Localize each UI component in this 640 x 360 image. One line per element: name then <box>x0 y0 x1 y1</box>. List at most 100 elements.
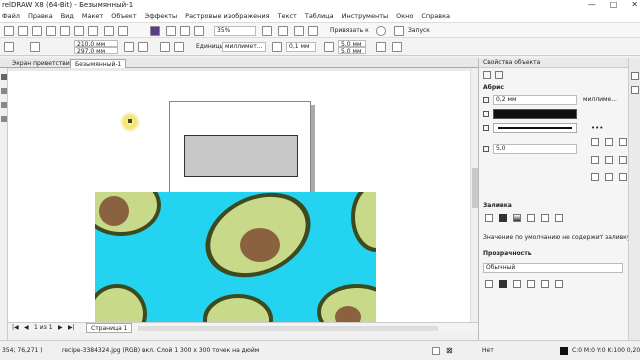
docker-tab-icon[interactable] <box>631 72 639 80</box>
position-inside-icon[interactable] <box>619 173 627 181</box>
position-center-icon[interactable] <box>605 173 613 181</box>
menu-tools[interactable]: Инструменты <box>342 12 389 20</box>
duplicate-y-field[interactable]: 5,0 мм <box>338 47 366 54</box>
miter-limit-field[interactable]: 5,0 <box>493 144 577 154</box>
duplicate-x-field[interactable]: 5,0 мм <box>338 40 366 47</box>
corel-connect-icon[interactable] <box>150 26 160 36</box>
last-page-icon[interactable]: ▶| <box>68 324 75 331</box>
current-page-icon[interactable] <box>174 42 184 52</box>
export-icon[interactable] <box>180 26 190 36</box>
close-button[interactable]: ✕ <box>631 0 638 10</box>
line-cap-extended-icon[interactable] <box>619 156 627 164</box>
outline-color-picker[interactable] <box>493 109 577 119</box>
publish-pdf-icon[interactable] <box>194 26 204 36</box>
corner-miter-icon[interactable] <box>591 138 599 146</box>
docker-tab-icon[interactable] <box>631 86 639 94</box>
transparency-mode-select[interactable]: Обычный <box>483 263 623 273</box>
tab-welcome-screen[interactable]: Экран приветствия <box>8 59 77 68</box>
import-icon[interactable] <box>166 26 176 36</box>
open-icon[interactable] <box>18 26 28 36</box>
new-document-icon[interactable] <box>4 26 14 36</box>
portrait-icon[interactable] <box>124 42 134 52</box>
no-fill-button-icon[interactable] <box>485 214 493 222</box>
pattern-transparency-icon[interactable] <box>527 280 535 288</box>
fill-indicator-icon[interactable] <box>432 347 440 355</box>
texture-transparency-icon[interactable] <box>555 280 563 288</box>
first-page-icon[interactable]: |◀ <box>12 324 19 331</box>
page-width-field[interactable]: 210,0 мм <box>74 40 118 47</box>
units-options-icon[interactable] <box>376 42 386 52</box>
position-outside-icon[interactable] <box>591 173 599 181</box>
show-grid-icon[interactable] <box>294 26 304 36</box>
save-icon[interactable] <box>32 26 42 36</box>
bitmap-pattern-fill-icon[interactable] <box>541 214 549 222</box>
horizontal-scrollbar[interactable] <box>138 326 438 331</box>
fountain-fill-icon[interactable] <box>513 214 521 222</box>
nudge-distance-field[interactable]: 0,1 мм <box>286 42 316 52</box>
page-height-field[interactable]: 297,0 мм <box>74 47 118 54</box>
page-size-icon[interactable] <box>4 42 14 52</box>
redo-icon[interactable] <box>118 26 128 36</box>
texture-fill-icon[interactable] <box>555 214 563 222</box>
page-tab[interactable]: Страница 1 <box>86 323 133 333</box>
all-pages-icon[interactable] <box>160 42 170 52</box>
show-guidelines-icon[interactable] <box>308 26 318 36</box>
menu-layout[interactable]: Макет <box>82 12 103 20</box>
uniform-transparency-icon[interactable] <box>499 280 507 288</box>
paste-icon[interactable] <box>88 26 98 36</box>
fill-tab-icon[interactable] <box>495 71 503 79</box>
copy-icon[interactable] <box>74 26 84 36</box>
more-options-icon[interactable]: ••• <box>591 124 603 132</box>
menu-view[interactable]: Вид <box>61 12 74 20</box>
cut-icon[interactable] <box>60 26 70 36</box>
launch-dropdown[interactable]: Запуск <box>408 27 430 35</box>
options-gear-icon[interactable] <box>376 26 386 36</box>
uniform-fill-icon[interactable] <box>499 214 507 222</box>
minimize-button[interactable]: — <box>588 0 596 10</box>
line-cap-round-icon[interactable] <box>605 156 613 164</box>
outline-style-picker[interactable] <box>493 123 577 133</box>
fountain-transparency-icon[interactable] <box>513 280 521 288</box>
launch-icon[interactable] <box>394 26 404 36</box>
gray-rectangle[interactable] <box>184 135 298 177</box>
shape-tool-icon[interactable] <box>1 88 7 94</box>
menu-bitmaps[interactable]: Растровые изображения <box>185 12 269 20</box>
line-cap-square-icon[interactable] <box>591 156 599 164</box>
outline-color-swatch[interactable] <box>560 347 568 355</box>
full-screen-icon[interactable] <box>262 26 272 36</box>
menu-object[interactable]: Объект <box>111 12 136 20</box>
no-transparency-icon[interactable] <box>485 280 493 288</box>
landscape-icon[interactable] <box>138 42 148 52</box>
outline-width-field[interactable]: 0,2 мм <box>493 95 577 105</box>
menu-table[interactable]: Таблица <box>305 12 334 20</box>
zoom-level-field[interactable]: 35% <box>214 26 256 36</box>
prev-page-icon[interactable]: ◀ <box>24 324 29 331</box>
undo-icon[interactable] <box>104 26 114 36</box>
maximize-button[interactable]: □ <box>610 0 618 10</box>
print-icon[interactable] <box>46 26 56 36</box>
menu-edit[interactable]: Правка <box>28 12 53 20</box>
outline-units-dropdown[interactable]: миллиме... <box>583 96 617 104</box>
menu-effects[interactable]: Эффекты <box>145 12 178 20</box>
corner-round-icon[interactable] <box>605 138 613 146</box>
snap-to-dropdown[interactable]: Привязать к <box>330 27 369 35</box>
crop-tool-icon[interactable] <box>1 102 7 108</box>
next-page-icon[interactable]: ▶ <box>58 324 63 331</box>
outline-tab-icon[interactable] <box>483 71 491 79</box>
units-select[interactable]: миллимет... <box>222 42 266 52</box>
corner-bevel-icon[interactable] <box>619 138 627 146</box>
tab-document[interactable]: Безымянный-1 <box>70 59 127 68</box>
bitmap-transparency-icon[interactable] <box>541 280 549 288</box>
zoom-tool-icon[interactable] <box>1 116 7 122</box>
vertical-scrollbar[interactable] <box>470 68 478 322</box>
menu-text[interactable]: Текст <box>278 12 297 20</box>
avocado-pattern-image[interactable] <box>95 192 376 322</box>
paste-settings-icon[interactable] <box>392 42 402 52</box>
menu-file[interactable]: Файл <box>2 12 20 20</box>
show-rulers-icon[interactable] <box>278 26 288 36</box>
vector-pattern-fill-icon[interactable] <box>527 214 535 222</box>
pick-tool-icon[interactable] <box>1 74 7 80</box>
drawing-canvas[interactable] <box>8 68 470 322</box>
menu-window[interactable]: Окно <box>396 12 413 20</box>
menu-help[interactable]: Справка <box>421 12 450 20</box>
